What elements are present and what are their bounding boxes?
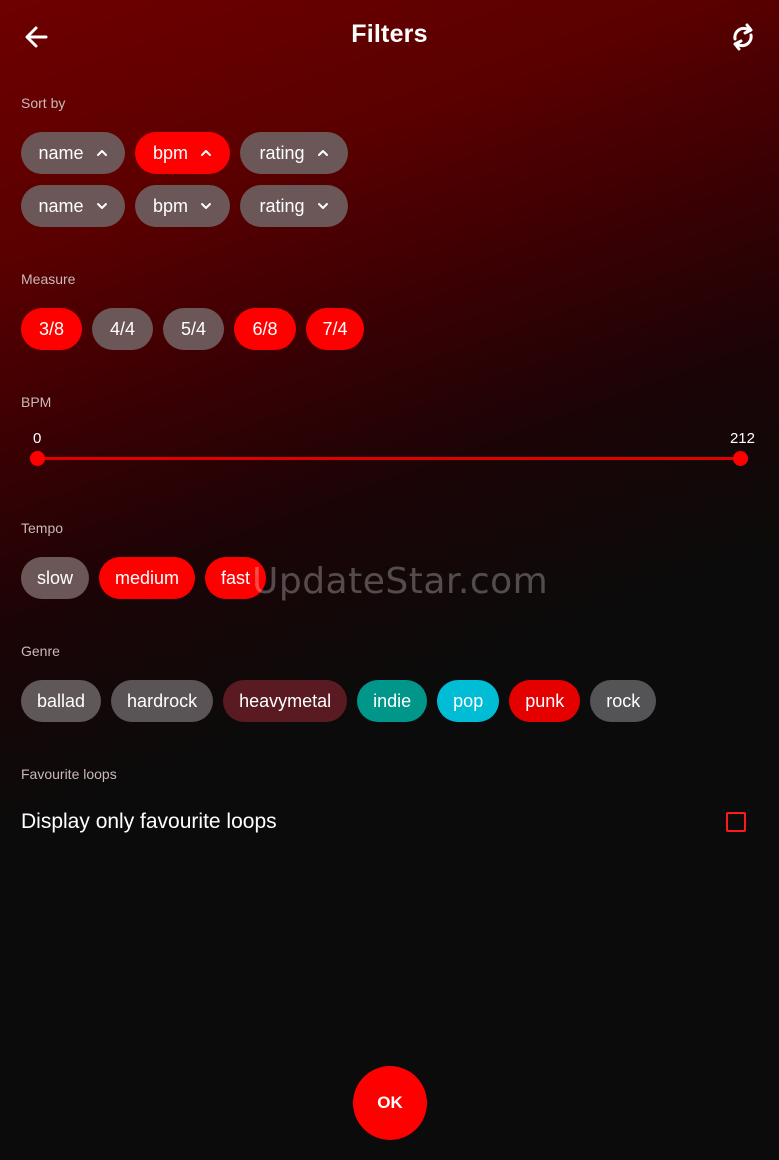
chevron-up-icon xyxy=(317,150,328,156)
measure-6-8-chip[interactable]: 6/8 xyxy=(234,308,296,350)
sort-bpm-asc-chip[interactable]: bpm xyxy=(135,132,230,174)
sort-name-desc-chip[interactable]: name xyxy=(21,185,125,227)
sort-name-asc-chip[interactable]: name xyxy=(21,132,125,174)
page-title: Filters xyxy=(351,20,428,48)
genre-rock-chip[interactable]: rock xyxy=(590,680,657,722)
genre-punk-chip[interactable]: punk xyxy=(509,680,581,722)
measure-4-4-chip[interactable]: 4/4 xyxy=(92,308,153,350)
genre-indie-chip[interactable]: indie xyxy=(357,680,428,722)
favourite-only-text: Display only favourite loops xyxy=(21,810,277,833)
sort-descending-row: name bpm rating xyxy=(21,185,348,227)
chip-label: bpm xyxy=(152,195,188,216)
genre-row: ballad hardrock heavymetal indie pop pun… xyxy=(21,680,657,722)
favourite-loops-label: Favourite loops xyxy=(21,766,117,782)
chevron-down-icon xyxy=(96,203,107,209)
tempo-label: Tempo xyxy=(21,520,64,536)
sort-rating-desc-chip[interactable]: rating xyxy=(240,185,348,227)
chip-label: bpm xyxy=(152,142,188,163)
chevron-down-icon xyxy=(201,203,211,209)
slider-track[interactable] xyxy=(37,457,741,460)
bpm-max-value: 212 xyxy=(729,430,755,447)
sort-by-label: Sort by xyxy=(21,95,66,111)
chevron-up-icon xyxy=(96,150,107,156)
chevron-up-icon xyxy=(201,150,211,156)
sort-rating-asc-chip[interactable]: rating xyxy=(240,132,348,174)
chip-label: rating xyxy=(259,142,305,163)
refresh-icon xyxy=(733,23,753,51)
bpm-min-value: 0 xyxy=(33,430,42,447)
chip-label: name xyxy=(38,142,84,163)
genre-ballad-chip[interactable]: ballad xyxy=(21,680,102,722)
measure-7-4-chip[interactable]: 7/4 xyxy=(306,308,364,350)
ok-button[interactable]: OK xyxy=(353,1066,427,1140)
chevron-down-icon xyxy=(317,203,328,209)
refresh-button[interactable] xyxy=(726,20,760,54)
sort-bpm-desc-chip[interactable]: bpm xyxy=(135,185,230,227)
slider-min-thumb[interactable] xyxy=(30,451,45,466)
genre-hardrock-chip[interactable]: hardrock xyxy=(111,680,214,722)
top-bar: Filters xyxy=(0,0,779,72)
chip-label: rating xyxy=(259,195,305,216)
bpm-range-slider[interactable]: 0 212 xyxy=(21,430,761,470)
measure-label: Measure xyxy=(21,271,76,287)
favourite-only-checkbox[interactable] xyxy=(726,812,746,832)
slider-max-thumb[interactable] xyxy=(733,451,748,466)
genre-label: Genre xyxy=(21,643,60,659)
measure-row: 3/8 4/4 5/4 6/8 7/4 xyxy=(21,308,364,350)
genre-heavymetal-chip[interactable]: heavymetal xyxy=(223,680,348,722)
sort-ascending-row: name bpm rating xyxy=(21,132,348,174)
bpm-label: BPM xyxy=(21,394,52,410)
chip-label: name xyxy=(38,195,84,216)
tempo-row: slow medium fast xyxy=(21,557,267,599)
genre-pop-chip[interactable]: pop xyxy=(437,680,500,722)
tempo-medium-chip[interactable]: medium xyxy=(99,557,196,599)
measure-5-4-chip[interactable]: 5/4 xyxy=(163,308,224,350)
tempo-slow-chip[interactable]: slow xyxy=(21,557,90,599)
measure-3-8-chip[interactable]: 3/8 xyxy=(21,308,82,350)
watermark-text: UpdateStar.com xyxy=(252,561,549,602)
